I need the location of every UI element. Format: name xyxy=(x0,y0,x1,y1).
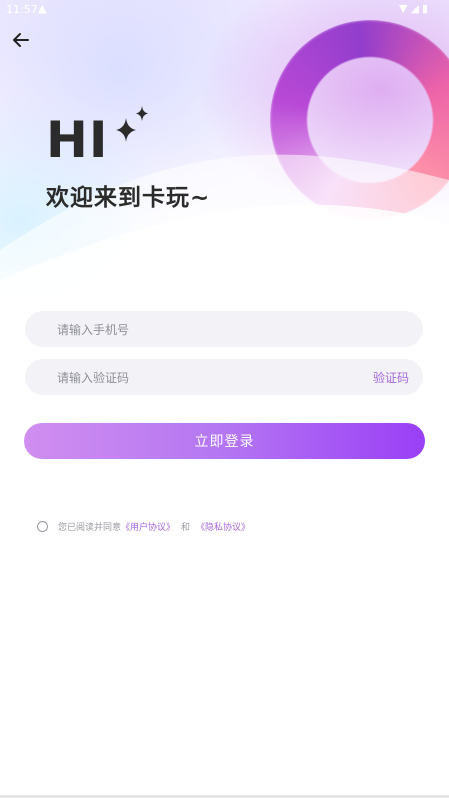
wifi-icon: ▼ xyxy=(399,2,411,15)
agree-checkbox[interactable] xyxy=(37,521,48,532)
get-code-button[interactable]: 验证码 xyxy=(373,369,409,386)
hi-heading: HI xyxy=(46,111,109,169)
privacy-policy-link[interactable]: 《隐私协议》 xyxy=(196,520,250,533)
signal-icon: ◢ xyxy=(410,2,422,15)
verification-code-input[interactable] xyxy=(55,359,359,397)
agreement-prefix: 您已阅读并同意 xyxy=(58,523,122,533)
status-time: 11:57 xyxy=(6,3,38,16)
battery-icon: ▮ xyxy=(421,2,431,15)
code-field: 验证码 xyxy=(25,359,423,397)
welcome-heading: 欢迎来到卡玩~ xyxy=(46,185,211,211)
back-button[interactable] xyxy=(10,30,32,50)
phone-field xyxy=(25,311,423,349)
user-agreement-link[interactable]: 《用户协议》 xyxy=(121,520,175,533)
status-bar: 11:57 ▲ ▼◢▮ xyxy=(0,0,449,18)
status-icons: ▼◢▮ xyxy=(399,2,431,15)
android-icon: ▲ xyxy=(38,2,47,15)
arrow-left-icon xyxy=(13,33,29,47)
agreement-row: 您已阅读并同意 《用户协议》 和 《隐私协议》 xyxy=(37,520,250,533)
login-button[interactable]: 立即登录 xyxy=(24,423,425,459)
sparkle-icon xyxy=(116,106,148,142)
phone-input[interactable] xyxy=(55,311,359,349)
agreement-and: 和 xyxy=(181,523,191,533)
